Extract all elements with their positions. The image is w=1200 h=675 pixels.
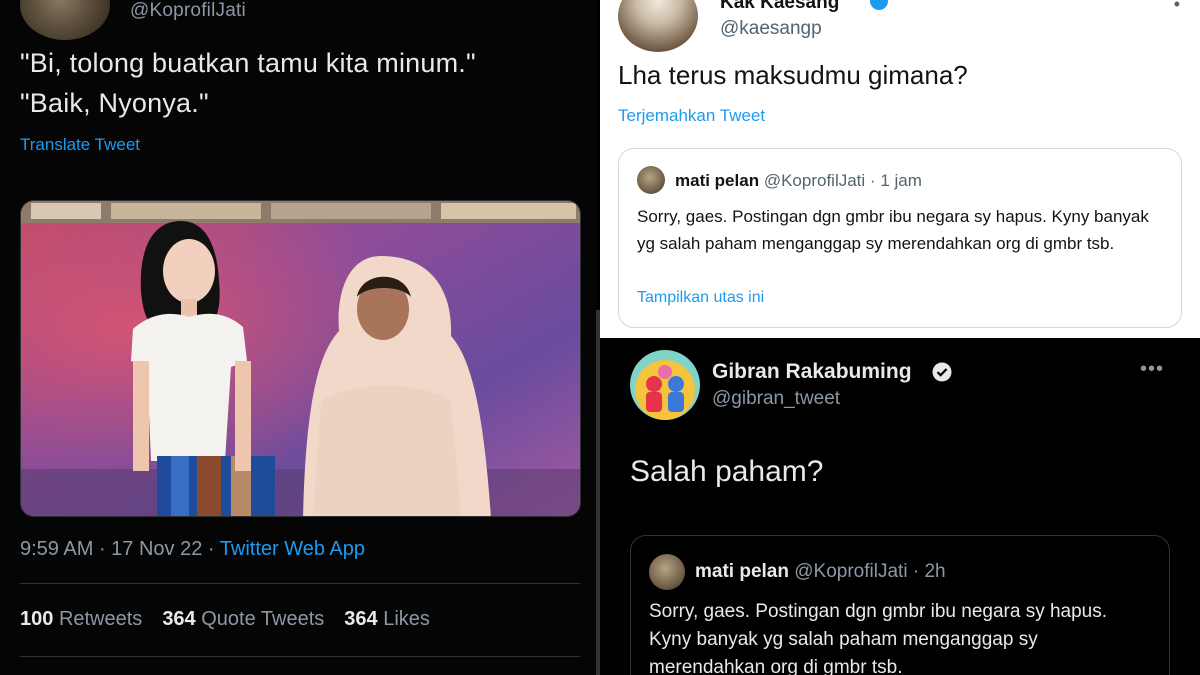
- quoted-author-handle: @KoprofilJati: [794, 561, 908, 582]
- meta-separator: ·: [98, 538, 112, 560]
- meta-separator: ·: [869, 171, 881, 190]
- likes-stat[interactable]: 364 Likes: [344, 608, 430, 631]
- author-handle[interactable]: @KoprofilJati: [130, 0, 246, 22]
- quoted-tweet-time: 2h: [924, 561, 946, 582]
- quoted-tweet-header: mati pelan @KoprofilJati · 2h: [695, 561, 946, 583]
- translate-tweet-link[interactable]: Terjemahkan Tweet: [618, 106, 765, 126]
- quoted-author-name: mati pelan: [675, 171, 760, 190]
- bottom-right-tweet-panel: Gibran Rakabuming ••• @gibran_tweet Sala…: [600, 338, 1200, 675]
- verified-badge-icon: [870, 0, 888, 10]
- quoted-author-avatar: [649, 554, 685, 590]
- quoted-tweet-card[interactable]: mati pelan @KoprofilJati · 1 jam Sorry, …: [618, 148, 1182, 328]
- tweet-time[interactable]: 9:59 AM: [20, 538, 93, 560]
- retweets-count: 100: [20, 608, 54, 630]
- tweet-text-line-2: "Baik, Nyonya.": [20, 88, 209, 118]
- tweet-meta: 9:59 AM · 17 Nov 22 · Twitter Web App: [20, 538, 365, 561]
- author-avatar[interactable]: [630, 350, 700, 420]
- quoted-tweet-text: Sorry, gaes. Postingan dgn gmbr ibu nega…: [649, 601, 1108, 675]
- quote-tweets-stat[interactable]: 364 Quote Tweets: [162, 608, 324, 631]
- left-tweet-panel: @KoprofilJati "Bi, tolong buatkan tamu k…: [0, 0, 597, 675]
- author-avatar[interactable]: [20, 0, 110, 40]
- divider: [20, 583, 580, 584]
- meta-separator: ·: [912, 561, 925, 582]
- show-thread-link[interactable]: Tampilkan utas ini: [637, 289, 764, 307]
- retweets-label: Retweets: [58, 608, 143, 630]
- avatar-illustration: [630, 350, 700, 420]
- tweet-text: Salah paham?: [630, 455, 824, 488]
- quoted-author-name: mati pelan: [695, 561, 789, 582]
- tweet-text-line-1: "Bi, tolong buatkan tamu kita minum.": [20, 48, 476, 78]
- divider: [20, 656, 580, 657]
- more-options-icon[interactable]: •••: [1140, 358, 1164, 381]
- tweet-stats: 100 Retweets 364 Quote Tweets 364 Likes: [20, 608, 430, 631]
- tweet-text: Lha terus maksudmu gimana?: [618, 60, 968, 90]
- author-name[interactable]: Gibran Rakabuming: [712, 360, 912, 384]
- verified-badge-icon: [932, 362, 952, 382]
- quoted-author-handle: @KoprofilJati: [763, 171, 866, 190]
- retweets-stat[interactable]: 100 Retweets: [20, 608, 142, 631]
- quoted-tweet-text: Sorry, gaes. Postingan dgn gmbr ibu nega…: [637, 207, 1149, 253]
- translate-tweet-link[interactable]: Translate Tweet: [20, 135, 140, 155]
- quote-tweets-label: Quote Tweets: [201, 608, 325, 630]
- author-name[interactable]: Kak Kaesang: [720, 0, 839, 14]
- quoted-tweet-time: 1 jam: [880, 171, 922, 190]
- likes-count: 364: [344, 608, 378, 630]
- author-handle[interactable]: @kaesangp: [720, 18, 822, 40]
- more-options-icon[interactable]: •: [1174, 0, 1180, 15]
- quote-tweets-count: 364: [162, 608, 196, 630]
- quoted-tweet-header: mati pelan @KoprofilJati · 1 jam: [675, 171, 922, 191]
- photo-illustration: [21, 201, 580, 516]
- author-handle[interactable]: @gibran_tweet: [712, 388, 840, 410]
- top-right-tweet-panel: Kak Kaesang • @kaesangp Lha terus maksud…: [600, 0, 1200, 338]
- quoted-author-avatar: [637, 166, 665, 194]
- tweet-source-link[interactable]: Twitter Web App: [220, 538, 365, 560]
- tweet-date[interactable]: 17 Nov 22: [111, 538, 202, 560]
- quoted-tweet-card[interactable]: mati pelan @KoprofilJati · 2h Sorry, gae…: [630, 535, 1170, 675]
- author-avatar[interactable]: [618, 0, 698, 52]
- tweet-photo[interactable]: [20, 200, 581, 517]
- likes-label: Likes: [383, 608, 430, 630]
- meta-separator: ·: [207, 538, 220, 560]
